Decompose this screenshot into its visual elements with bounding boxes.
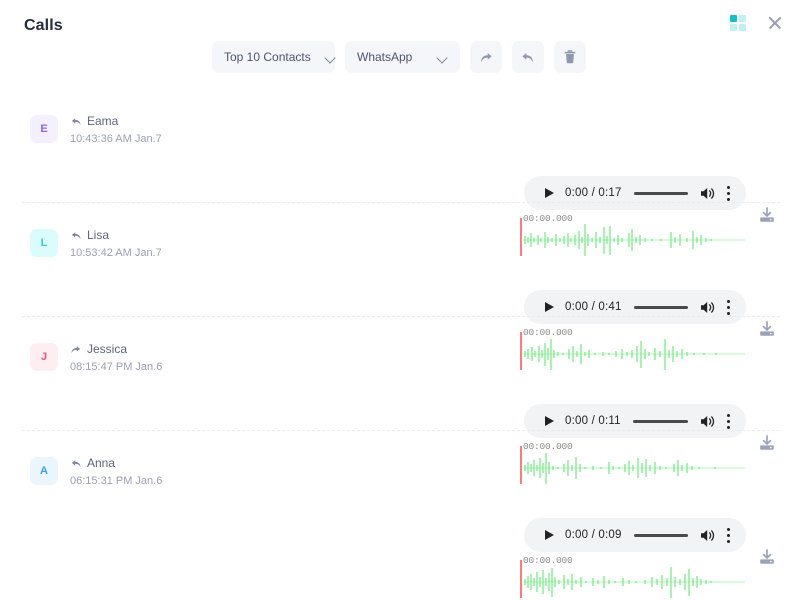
avatar: J — [30, 343, 58, 371]
avatar: E — [30, 115, 58, 143]
waveform-timestamp: 00:00.000 — [523, 555, 573, 566]
avatar: A — [30, 457, 58, 485]
player-time: 0:00 / 0:17 — [565, 187, 622, 199]
call-timestamp: 08:15:47 PM Jan.6 — [70, 361, 163, 373]
source-filter-value: WhatsApp — [357, 50, 413, 64]
call-timestamp: 06:15:31 PM Jan.6 — [70, 475, 163, 487]
volume-icon — [700, 187, 714, 199]
player-time: 0:00 / 0:41 — [565, 301, 622, 313]
contact-name: Jessica — [87, 341, 128, 356]
contact-name: Lisa — [87, 227, 110, 242]
call-incoming-icon — [71, 117, 81, 125]
source-filter-select[interactable]: WhatsApp — [345, 41, 460, 73]
apps-grid-icon[interactable] — [730, 15, 746, 31]
table-row[interactable]: E Eama 10:43:36 AM Jan.7 0:00 / 0:17 00:… — [0, 88, 800, 256]
reply-button[interactable] — [512, 41, 544, 73]
contact-info[interactable]: J Jessica 08:15:47 PM Jan.6 — [30, 341, 162, 373]
play-button[interactable] — [536, 522, 562, 548]
table-row[interactable]: J Jessica 08:15:47 PM Jan.6 0:00 / 0:11 — [0, 316, 800, 484]
calls-panel: Calls Top 10 Contacts WhatsApp E Eama 10… — [0, 0, 800, 598]
chevron-down-icon — [325, 54, 336, 61]
row-divider — [22, 316, 780, 318]
call-incoming-icon — [71, 459, 81, 467]
delete-button[interactable] — [554, 41, 586, 73]
table-row[interactable]: A Anna 06:15:31 PM Jan.6 0:00 / 0:09 00:… — [0, 430, 800, 598]
toolbar: Top 10 Contacts WhatsApp — [212, 41, 586, 73]
page-title: Calls — [24, 17, 63, 34]
chevron-down-icon — [437, 54, 448, 61]
trash-icon — [564, 50, 576, 64]
download-button[interactable] — [758, 548, 776, 566]
row-divider — [22, 202, 780, 204]
volume-icon — [700, 529, 714, 541]
avatar: L — [30, 229, 58, 257]
forward-icon — [481, 53, 492, 62]
player-more-button[interactable] — [718, 297, 738, 317]
progress-slider[interactable] — [633, 533, 688, 537]
volume-button[interactable] — [698, 411, 718, 431]
progress-slider[interactable] — [632, 419, 688, 423]
call-incoming-icon — [71, 231, 81, 239]
call-outgoing-icon — [71, 345, 81, 353]
forward-button[interactable] — [470, 41, 502, 73]
audio-player[interactable]: 0:00 / 0:09 — [524, 518, 746, 552]
contacts-filter-select[interactable]: Top 10 Contacts — [212, 41, 335, 73]
contacts-filter-value: Top 10 Contacts — [224, 50, 311, 64]
progress-slider[interactable] — [633, 305, 688, 309]
contact-name: Eama — [87, 113, 119, 128]
row-divider — [22, 430, 780, 432]
contact-info[interactable]: E Eama 10:43:36 AM Jan.7 — [30, 113, 162, 145]
contact-name: Anna — [87, 455, 116, 470]
call-timestamp: 10:53:42 AM Jan.7 — [70, 247, 162, 259]
header-actions — [730, 14, 784, 32]
close-icon[interactable] — [766, 14, 784, 32]
calls-list: E Eama 10:43:36 AM Jan.7 0:00 / 0:17 00:… — [0, 88, 800, 598]
volume-button[interactable] — [698, 525, 718, 545]
player-more-button[interactable] — [718, 411, 738, 431]
volume-button[interactable] — [698, 297, 718, 317]
player-time: 0:00 / 0:11 — [565, 415, 621, 427]
header: Calls — [0, 0, 800, 46]
reply-icon — [522, 53, 533, 62]
volume-icon — [700, 415, 714, 427]
player-time: 0:00 / 0:09 — [565, 529, 622, 541]
waveform[interactable]: 00:00.000 — [519, 555, 747, 600]
progress-slider[interactable] — [633, 191, 688, 195]
contact-info[interactable]: A Anna 06:15:31 PM Jan.6 — [30, 455, 162, 487]
table-row[interactable]: L Lisa 10:53:42 AM Jan.7 0:00 / 0:41 00:… — [0, 202, 800, 370]
player-more-button[interactable] — [718, 183, 738, 203]
volume-button[interactable] — [698, 183, 718, 203]
contact-info[interactable]: L Lisa 10:53:42 AM Jan.7 — [30, 227, 162, 259]
call-timestamp: 10:43:36 AM Jan.7 — [70, 133, 162, 145]
volume-icon — [700, 301, 714, 313]
player-more-button[interactable] — [718, 525, 738, 545]
download-icon — [760, 549, 774, 564]
